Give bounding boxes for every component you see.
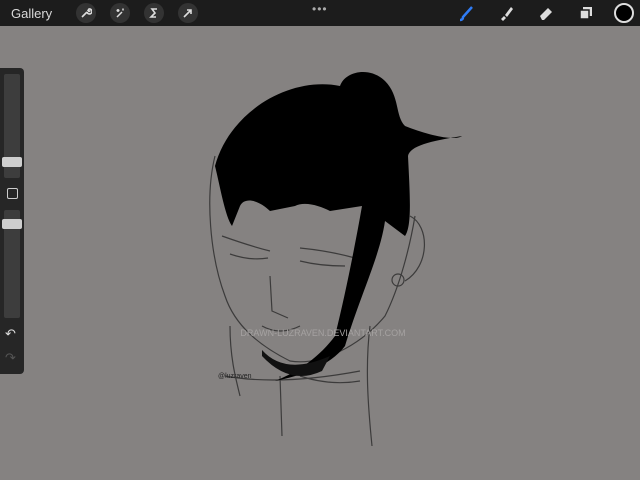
gallery-button[interactable]: Gallery (11, 6, 52, 21)
eraser-icon[interactable] (534, 1, 558, 25)
smudge-icon[interactable] (494, 1, 518, 25)
more-options-button[interactable]: ••• (312, 2, 328, 16)
watermark: DRAWN-LUZRAVEN.DEVIANTART.COM (240, 328, 405, 338)
magic-wand-icon[interactable] (110, 3, 131, 23)
brush-icon[interactable] (454, 1, 478, 25)
color-picker-button[interactable] (614, 3, 634, 23)
drawing-canvas[interactable]: DRAWN-LUZRAVEN.DEVIANTART.COM @luzraven (0, 26, 640, 480)
top-toolbar: Gallery ••• (0, 0, 640, 26)
selection-icon[interactable] (144, 3, 165, 23)
transform-arrow-icon[interactable] (178, 3, 199, 23)
signature: @luzraven (218, 373, 252, 380)
layers-icon[interactable] (574, 1, 598, 25)
wrench-icon[interactable] (76, 3, 97, 23)
